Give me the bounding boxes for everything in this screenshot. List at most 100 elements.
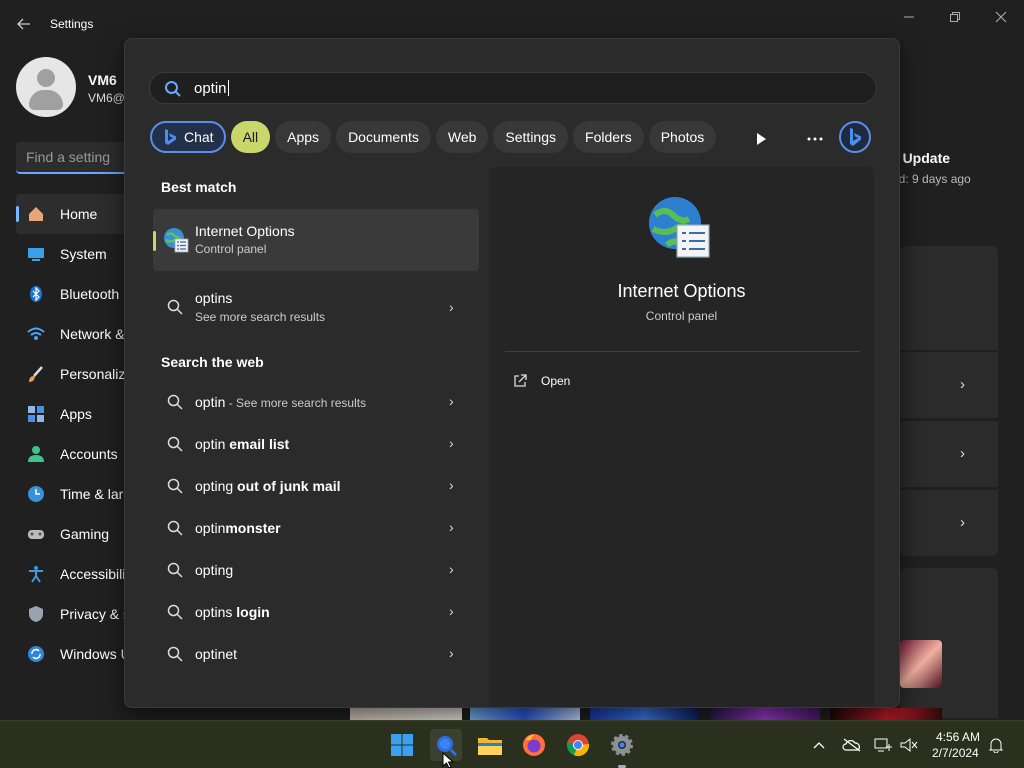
web-result-row[interactable]: opting › [153,551,479,591]
nav-item-accounts[interactable]: Accounts [16,434,136,474]
minimize-icon [904,16,914,18]
search-icon [165,81,181,97]
filter-all[interactable]: All [230,121,271,153]
web-result-row[interactable]: opting out of junk mail › [153,467,479,507]
thumbnail [830,708,942,720]
filter-label: Chat [184,129,214,145]
filter-folders[interactable]: Folders [573,121,644,153]
mouse-cursor-icon [442,752,454,768]
notifications-button[interactable] [988,721,1004,768]
nav-item-bluetooth[interactable]: Bluetooth [16,274,136,314]
maximize-button[interactable] [932,6,978,28]
result-sublabel: See more search results [195,310,326,324]
shield-icon [26,604,46,624]
nav-item-personalization[interactable]: Personaliz [16,354,136,394]
open-action[interactable]: Open [513,371,570,391]
onedrive-tray[interactable] [842,721,862,768]
search-web-heading: Search the web [161,354,264,370]
nav-item-label: Personaliz [60,366,126,382]
nav-item-label: Apps [60,406,92,422]
nav-item-gaming[interactable]: Gaming [16,514,136,554]
nav-item-accessibility[interactable]: Accessibili [16,554,136,594]
show-hidden-icons-button[interactable] [812,721,826,768]
detail-type: Control panel [645,309,718,323]
search-query-text: optin [194,80,229,97]
volume-tray[interactable] [900,721,918,768]
thumbnail [350,708,462,720]
query-prefix: opting [195,478,234,494]
web-result-row[interactable]: optinmonster › [153,509,479,549]
nav-item-system[interactable]: System [16,234,136,274]
network-tray[interactable] [874,721,892,768]
web-result-text: opting [195,562,233,578]
query-prefix: optin [195,520,226,536]
filter-apps[interactable]: Apps [275,121,332,153]
chevron-right-icon: › [960,445,965,462]
web-result-text: optinmonster [195,520,281,536]
bing-button[interactable] [839,121,871,153]
filter-documents[interactable]: Documents [336,121,431,153]
clock-time[interactable]: 4:56 AM [936,730,980,744]
clock-date[interactable]: 2/7/2024 [932,746,979,760]
nav-item-label: Time & lar [60,486,124,502]
profile-name: VM6 [88,72,117,88]
chevron-right-icon: › [449,519,454,535]
chevron-right-icon: › [449,435,454,451]
settings-gear-icon [611,734,633,756]
update-icon [26,644,46,664]
nav-item-label: Bluetooth [60,286,120,302]
nav-item-time-language[interactable]: Time & lar [16,474,136,514]
accounts-icon [26,444,46,464]
back-button[interactable] [12,12,36,36]
filter-chat[interactable]: Chat [150,121,226,153]
minimize-button[interactable] [886,6,932,28]
internet-options-icon [649,197,710,258]
settings-card[interactable] [900,490,998,556]
filter-web[interactable]: Web [435,121,489,153]
profile-email: VM6@ [88,91,125,105]
thumbnail [710,708,820,720]
nav-item-home[interactable]: Home [16,194,136,234]
search-icon [167,478,183,494]
web-result-row[interactable]: optin - See more search results › [153,383,479,423]
nav-item-privacy[interactable]: Privacy & s [16,594,136,634]
nav-item-apps[interactable]: Apps [16,394,136,434]
web-result-row[interactable]: optin email list › [153,425,479,465]
close-button[interactable] [978,6,1024,28]
chrome-button[interactable] [562,729,594,761]
filter-settings[interactable]: Settings [493,121,569,153]
open-external-icon [514,374,527,387]
settings-card[interactable] [900,352,998,418]
query-prefix: optin [195,436,226,452]
more-options-button[interactable] [801,125,829,153]
avatar[interactable] [16,57,76,117]
filter-photos[interactable]: Photos [648,121,717,153]
web-result-row[interactable]: optinet › [153,635,479,675]
best-match-result[interactable]: Internet Options Control panel [153,209,479,271]
search-icon [167,436,183,452]
web-result-row[interactable]: optins login › [153,593,479,633]
nav-item-network[interactable]: Network & [16,314,136,354]
brush-icon [26,364,46,384]
restore-icon [950,12,960,22]
more-filters-button[interactable] [747,125,775,153]
text-caret [227,80,229,96]
start-button[interactable] [386,729,418,761]
best-match-type: Control panel [195,242,267,256]
home-icon [26,204,46,224]
settings-card[interactable] [900,421,998,487]
search-input[interactable]: optin [149,72,877,104]
firefox-button[interactable] [518,729,550,761]
file-explorer-button[interactable] [474,729,506,761]
see-more-results-row[interactable]: optins See more search results › [153,287,479,331]
settings-nav: Home System Bluetooth Network & Personal… [16,194,136,674]
file-explorer-icon [478,738,502,755]
network-icon [26,324,46,344]
settings-app-button[interactable] [606,729,638,761]
network-status-icon [874,738,892,752]
nav-item-windows-update[interactable]: Windows U [16,634,136,674]
find-setting-input[interactable]: Find a setting [16,142,136,174]
web-result-text: optin email list [195,436,289,452]
chevron-right-icon: › [449,645,454,661]
nav-item-label: Network & [60,326,125,342]
